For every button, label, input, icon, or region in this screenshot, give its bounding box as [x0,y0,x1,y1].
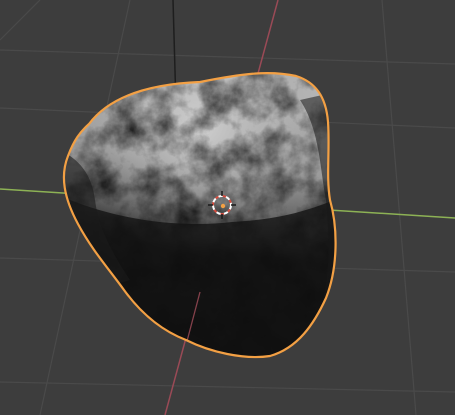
object-origin-icon [220,203,226,209]
rock-object[interactable] [50,60,350,370]
3d-viewport[interactable] [0,0,455,415]
viewport-canvas[interactable] [0,0,455,415]
